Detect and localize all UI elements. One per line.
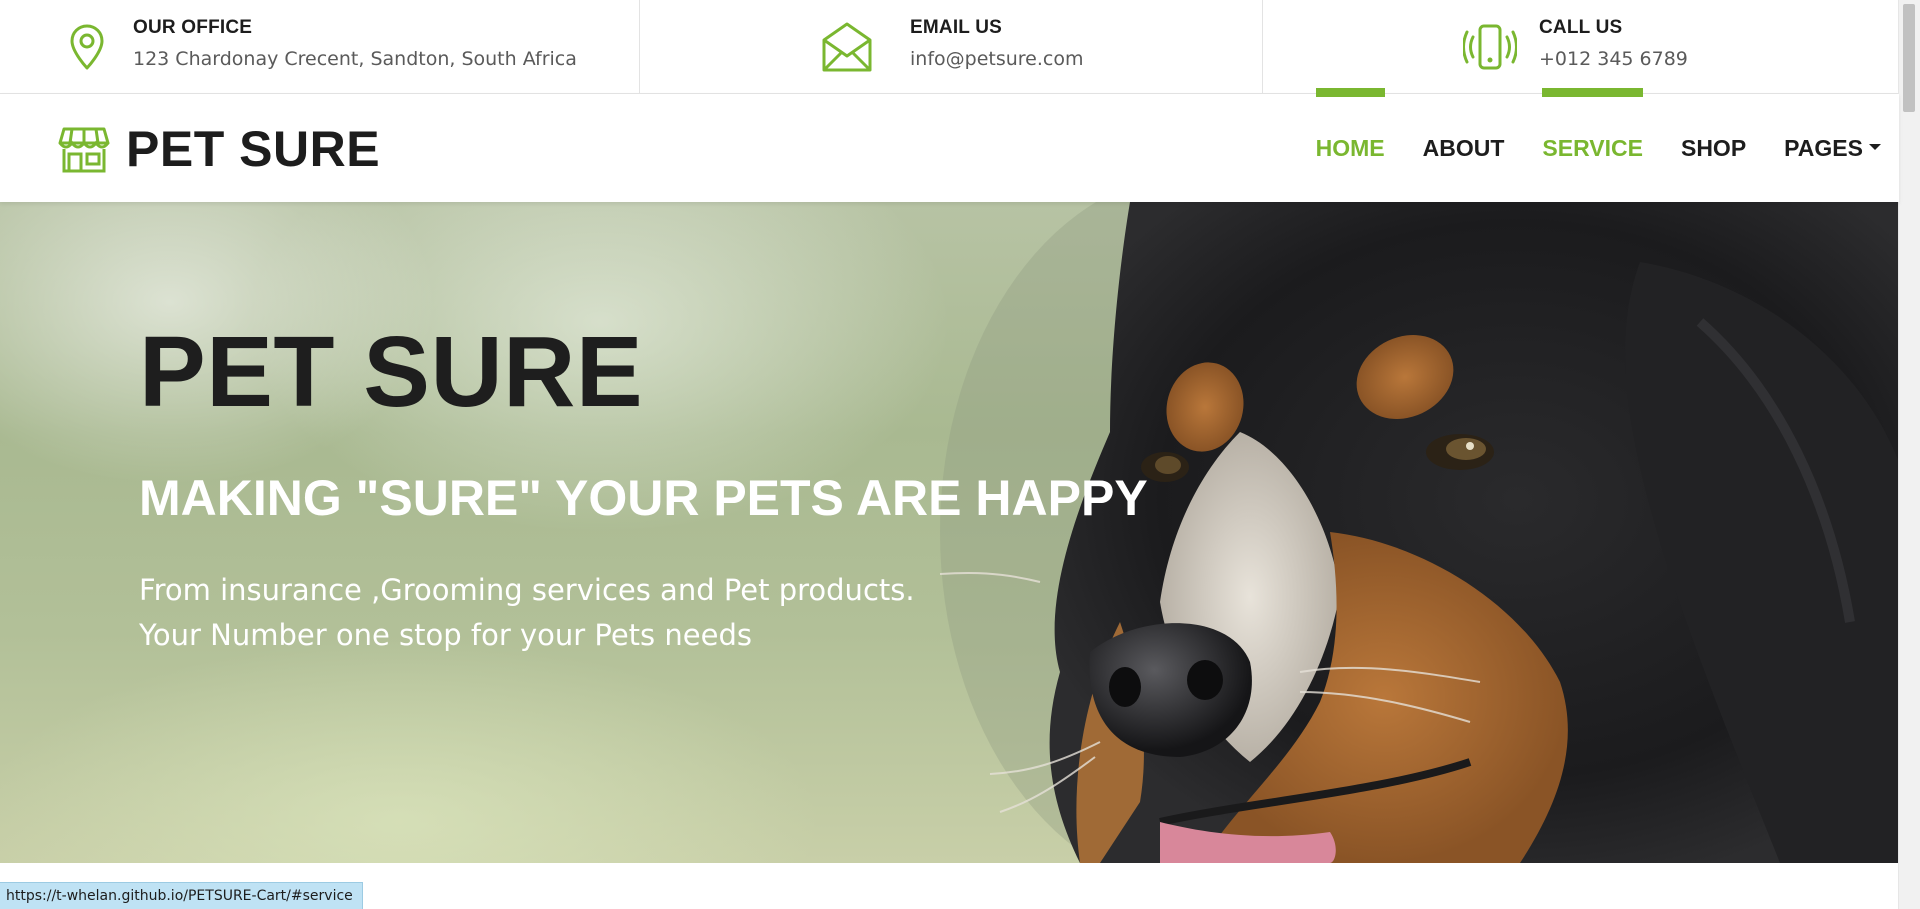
hero-carousel: PET SURE MAKING "SURE" YOUR PETS ARE HAP… <box>0 202 1899 863</box>
envelope-icon <box>822 22 872 72</box>
nav-about[interactable]: ABOUT <box>1404 94 1524 202</box>
call-title: CALL US <box>1539 17 1623 38</box>
brand-name: PET SURE <box>126 121 381 177</box>
active-indicator <box>1315 88 1385 97</box>
scrollbar-thumb[interactable] <box>1903 4 1915 112</box>
nav-shop[interactable]: SHOP <box>1662 94 1765 202</box>
caret-down-icon <box>1869 144 1881 150</box>
nav-about-label: ABOUT <box>1422 134 1505 161</box>
status-url: https://t-whelan.github.io/PETSURE-Cart/… <box>6 888 353 904</box>
map-pin-icon <box>70 24 104 70</box>
top-info-bar: OUR OFFICE 123 Chardonay Crecent, Sandto… <box>0 0 1899 94</box>
nav-pages-dropdown[interactable]: PAGES <box>1765 94 1899 202</box>
nav-pages-label: PAGES <box>1784 134 1863 161</box>
vertical-scrollbar[interactable] <box>1898 0 1920 909</box>
email-address[interactable]: info@petsure.com <box>910 45 1083 73</box>
storefront-icon <box>58 127 110 173</box>
vibrating-phone-icon <box>1463 24 1517 70</box>
main-navbar: PET SURE HOME ABOUT SERVICE SHOP PAGES <box>0 88 1899 202</box>
call-text: CALL US +012 345 6789 <box>1539 17 1688 73</box>
hero-title: PET SURE <box>139 316 644 428</box>
nav-service-label: SERVICE <box>1542 134 1643 161</box>
office-title: OUR OFFICE <box>133 17 253 38</box>
email-text: EMAIL US info@petsure.com <box>910 17 1083 73</box>
call-info: CALL US +012 345 6789 <box>1262 0 1899 93</box>
hero-content: PET SURE MAKING "SURE" YOUR PETS ARE HAP… <box>139 322 1148 658</box>
hover-indicator <box>1542 88 1643 97</box>
email-title: EMAIL US <box>910 17 1003 38</box>
hero-subtitle: MAKING "SURE" YOUR PETS ARE HAPPY <box>139 470 1148 526</box>
brand-logo[interactable]: PET SURE <box>58 120 380 178</box>
nav-menu: HOME ABOUT SERVICE SHOP PAGES <box>1297 88 1899 202</box>
office-text: OUR OFFICE 123 Chardonay Crecent, Sandto… <box>133 17 577 73</box>
office-address: 123 Chardonay Crecent, Sandton, South Af… <box>133 48 577 70</box>
nav-service[interactable]: SERVICE <box>1523 88 1662 202</box>
nav-shop-label: SHOP <box>1680 134 1747 161</box>
hero-desc-line1: From insurance ,Grooming services and Pe… <box>139 573 915 607</box>
email-info: EMAIL US info@petsure.com <box>639 0 1262 93</box>
nav-home[interactable]: HOME <box>1297 88 1404 202</box>
link-status-bar: https://t-whelan.github.io/PETSURE-Cart/… <box>0 882 363 909</box>
office-info: OUR OFFICE 123 Chardonay Crecent, Sandto… <box>0 0 639 93</box>
hero-desc-line2: Your Number one stop for your Pets needs <box>139 618 752 652</box>
hero-description: From insurance ,Grooming services and Pe… <box>139 568 1148 658</box>
phone-number[interactable]: +012 345 6789 <box>1539 45 1688 73</box>
nav-home-label: HOME <box>1315 134 1385 161</box>
